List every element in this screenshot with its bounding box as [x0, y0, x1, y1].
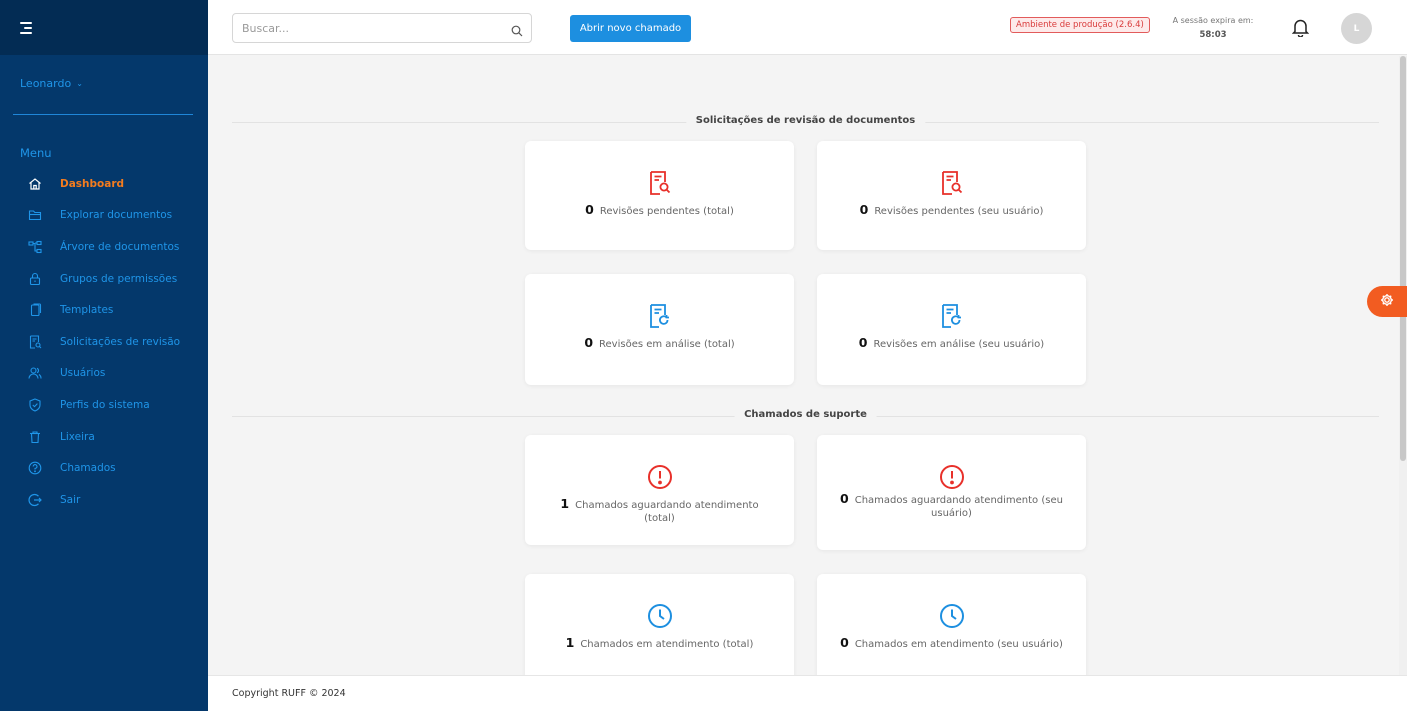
- clock-icon: [647, 604, 673, 628]
- sidebar-item-usuarios[interactable]: Usuários: [0, 358, 208, 390]
- sidebar-item-label: Perfis do sistema: [60, 398, 150, 411]
- card-chamados-aguardando-usuario[interactable]: 0 Chamados aguardando atendimento (seu us…: [817, 435, 1086, 550]
- card-value: 0: [840, 635, 849, 650]
- sidebar-item-sair[interactable]: Sair: [0, 484, 208, 516]
- search-input[interactable]: [233, 14, 493, 42]
- card-label: Chamados em atendimento (total): [580, 639, 754, 650]
- menu-toggle-icon[interactable]: [20, 21, 34, 34]
- sidebar-item-dashboard[interactable]: Dashboard: [0, 168, 208, 200]
- card-label: Chamados aguardando atendimento (seu usu…: [854, 495, 1063, 519]
- sidebar-item-chamados[interactable]: Chamados: [0, 452, 208, 484]
- sidebar-item-label: Dashboard: [60, 177, 125, 190]
- session-label: A sessão expira em:: [1172, 16, 1254, 25]
- card-label: Revisões em análise (total): [599, 339, 735, 350]
- doc-refresh-icon: [941, 304, 963, 328]
- doc-search-icon: [941, 171, 963, 195]
- card-value: 1: [560, 496, 570, 511]
- sidebar-item-arvore-de-documentos[interactable]: Árvore de documentos: [0, 231, 208, 263]
- settings-button[interactable]: [1367, 286, 1407, 317]
- card-value: 0: [584, 335, 594, 350]
- chevron-down-icon: ⌄: [76, 79, 83, 88]
- top-bar: Abrir novo chamado Ambiente de produção …: [208, 0, 1407, 55]
- section-title-chamados: Chamados de suporte: [232, 409, 1379, 423]
- sidebar-divider: [13, 114, 193, 115]
- section-title-text: Chamados de suporte: [734, 409, 877, 420]
- alert-circle-icon: [647, 465, 673, 489]
- card-value: 0: [858, 335, 868, 350]
- tree-icon: [28, 240, 42, 254]
- card-value: 0: [859, 202, 869, 217]
- sidebar-item-label: Solicitações de revisão: [60, 335, 181, 348]
- card-revisoes-pendentes-total[interactable]: 0 Revisões pendentes (total): [525, 141, 794, 250]
- users-icon: [28, 366, 42, 380]
- sidebar-item-solicitacoes-de-revisao[interactable]: Solicitações de revisão: [0, 326, 208, 358]
- copy-icon: [28, 303, 42, 317]
- sidebar-item-label: Templates: [60, 304, 114, 317]
- card-revisoes-pendentes-usuario[interactable]: 0 Revisões pendentes (seu usuário): [817, 141, 1086, 250]
- card-value: 0: [585, 202, 594, 217]
- sidebar-item-label: Grupos de permissões: [60, 272, 178, 285]
- card-chamados-aguardando-total[interactable]: 1 Chamados aguardando atendimento (total): [525, 435, 794, 545]
- card-chamados-atendimento-total[interactable]: 1 Chamados em atendimento (total): [525, 574, 794, 675]
- sidebar-header: [0, 0, 208, 55]
- sidebar-item-grupos-de-permissoes[interactable]: Grupos de permissões: [0, 263, 208, 295]
- scrollbar-thumb[interactable]: [1400, 56, 1406, 461]
- card-label: Chamados aguardando atendimento (total): [575, 500, 759, 524]
- footer: Copyright RUFF © 2024: [208, 675, 1407, 711]
- lock-icon: [28, 272, 42, 286]
- shield-icon: [28, 398, 42, 412]
- menu-title: Menu: [20, 146, 52, 160]
- search-box: [232, 13, 532, 43]
- logout-icon: [28, 493, 42, 507]
- copyright-text: Copyright RUFF © 2024: [232, 688, 346, 699]
- doc-search-icon: [28, 335, 42, 349]
- help-icon: [28, 461, 42, 475]
- card-chamados-atendimento-usuario[interactable]: 0 Chamados em atendimento (seu usuário): [817, 574, 1086, 675]
- environment-badge: Ambiente de produção (2.6.4): [1010, 17, 1150, 33]
- avatar[interactable]: L: [1341, 13, 1372, 44]
- sidebar-item-label: Usuários: [60, 367, 106, 380]
- card-label: Chamados em atendimento (seu usuário): [854, 639, 1063, 650]
- user-name: Leonardo: [20, 77, 72, 90]
- user-dropdown[interactable]: Leonardo ⌄: [0, 77, 208, 90]
- sidebar-item-label: Chamados: [60, 462, 116, 475]
- session-timer: A sessão expira em: 58:03: [1168, 16, 1258, 40]
- card-revisoes-analise-total[interactable]: 0 Revisões em análise (total): [525, 274, 794, 385]
- sidebar-item-label: Árvore de documentos: [60, 240, 180, 253]
- folder-icon: [28, 208, 42, 222]
- clock-icon: [939, 604, 965, 628]
- section-title-text: Solicitações de revisão de documentos: [685, 115, 926, 126]
- bell-icon[interactable]: [1291, 18, 1310, 41]
- doc-search-icon: [649, 171, 671, 195]
- sidebar-menu: Dashboard Explorar documentos Árvore de …: [0, 168, 208, 516]
- sidebar-item-label: Lixeira: [60, 430, 95, 443]
- card-label: Revisões em análise (seu usuário): [873, 339, 1045, 350]
- session-time: 58:03: [1199, 30, 1227, 40]
- scrollbar[interactable]: [1399, 56, 1407, 675]
- search-icon[interactable]: [511, 22, 523, 41]
- card-value: 1: [565, 635, 575, 650]
- home-icon: [28, 177, 42, 191]
- card-label: Revisões pendentes (total): [599, 206, 734, 217]
- sidebar-item-label: Sair: [60, 493, 81, 506]
- section-title-revisoes: Solicitações de revisão de documentos: [232, 115, 1379, 129]
- card-revisoes-analise-usuario[interactable]: 0 Revisões em análise (seu usuário): [817, 274, 1086, 385]
- sidebar-item-lixeira[interactable]: Lixeira: [0, 421, 208, 453]
- gear-icon: [1380, 292, 1394, 311]
- card-label: Revisões pendentes (seu usuário): [874, 206, 1044, 217]
- alert-circle-icon: [939, 465, 965, 489]
- sidebar-item-templates[interactable]: Templates: [0, 294, 208, 326]
- sidebar-item-label: Explorar documentos: [60, 209, 173, 222]
- sidebar-item-explorar-documentos[interactable]: Explorar documentos: [0, 200, 208, 232]
- sidebar: Leonardo ⌄ Menu Dashboard Explorar docum…: [0, 0, 208, 711]
- trash-icon: [28, 430, 42, 444]
- doc-refresh-icon: [649, 304, 671, 328]
- card-value: 0: [840, 491, 849, 506]
- sidebar-item-perfis-do-sistema[interactable]: Perfis do sistema: [0, 389, 208, 421]
- dashboard-content: Solicitações de revisão de documentos 0R…: [208, 56, 1399, 675]
- open-ticket-button[interactable]: Abrir novo chamado: [570, 15, 691, 42]
